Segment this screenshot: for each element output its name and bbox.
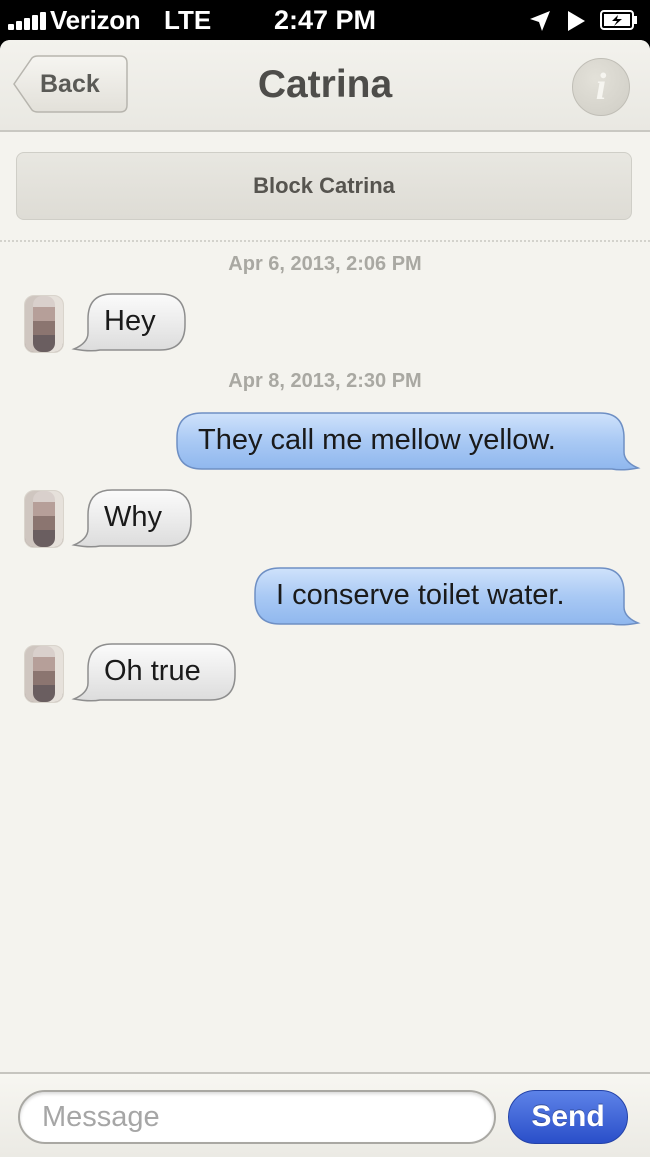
message-composer: Message Send xyxy=(0,1072,650,1157)
battery-charging-icon xyxy=(600,10,637,30)
send-button[interactable]: Send xyxy=(508,1090,628,1144)
contact-name-title: Catrina xyxy=(257,63,393,106)
contact-avatar xyxy=(24,645,64,703)
message-text: They call me mellow yellow. xyxy=(198,424,556,456)
contact-avatar xyxy=(24,490,64,548)
message-text: I conserve toilet water. xyxy=(276,579,565,611)
navigation-bar: Back Catrina i xyxy=(0,40,650,132)
location-arrow-icon xyxy=(530,11,550,31)
message-text: Oh true xyxy=(104,655,201,687)
outgoing-message-bubble[interactable]: I conserve toilet water. xyxy=(254,567,641,626)
status-icons xyxy=(520,7,640,33)
incoming-message-bubble[interactable]: Why xyxy=(71,489,192,548)
message-input[interactable]: Message xyxy=(18,1090,496,1144)
status-bar: Verizon LTE 2:47 PM xyxy=(0,0,650,40)
info-button[interactable]: i xyxy=(572,58,630,116)
incoming-message-bubble[interactable]: Hey xyxy=(71,293,186,352)
message-text: Hey xyxy=(104,305,156,337)
outgoing-message-bubble[interactable]: They call me mellow yellow. xyxy=(176,412,641,471)
info-icon: i xyxy=(595,66,607,108)
play-icon xyxy=(568,11,585,31)
block-contact-button[interactable]: Block Catrina xyxy=(16,152,632,220)
contact-avatar xyxy=(24,295,64,353)
message-text: Why xyxy=(104,501,162,533)
divider xyxy=(0,240,650,242)
timestamp: Apr 8, 2013, 2:30 PM xyxy=(228,370,422,392)
messages-app: Back Catrina i Block Catrina Apr 6, 2013… xyxy=(0,40,650,1157)
timestamp: Apr 6, 2013, 2:06 PM xyxy=(228,253,422,275)
block-area: Block Catrina xyxy=(0,132,650,240)
incoming-message-bubble[interactable]: Oh true xyxy=(71,643,236,702)
